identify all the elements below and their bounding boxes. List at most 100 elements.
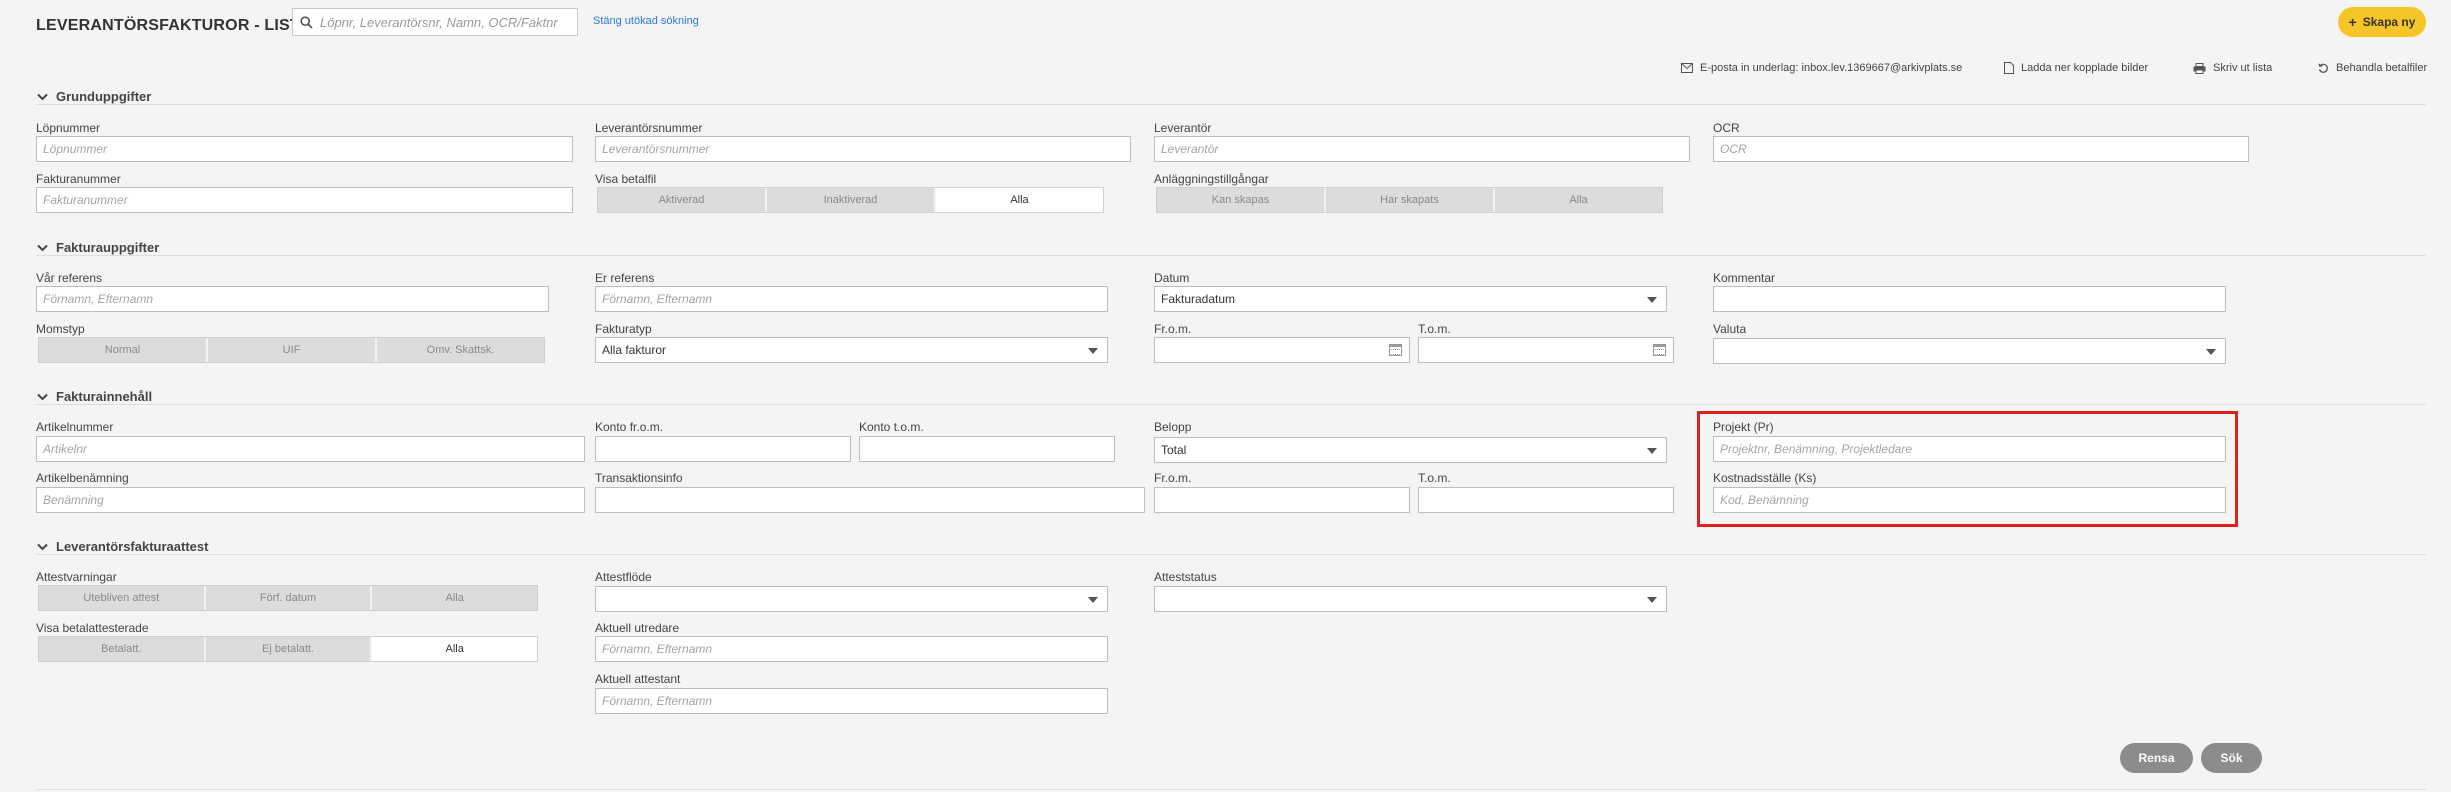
print-list-label: Skriv ut lista [2213, 62, 2273, 74]
section-divider [36, 554, 2426, 555]
anl-option-kan-skapas[interactable]: Kan skapas [1157, 188, 1326, 212]
betalatt-option-betalatt[interactable]: Betalatt. [39, 637, 206, 661]
attestvarning-option-forf-datum[interactable]: Förf. datum [205, 586, 373, 610]
aktuell-utredare-input[interactable]: Förnamn, Efternamn [595, 636, 1108, 662]
process-payment-files-label: Behandla betalfiler [2336, 62, 2428, 74]
belopp-tom-label: T.o.m. [1418, 471, 1451, 485]
atteststatus-label: Atteststatus [1154, 570, 1217, 584]
chevron-down-icon [1647, 297, 1657, 303]
fakturanummer-input[interactable]: Fakturanummer [36, 187, 573, 213]
section-divider [36, 104, 2426, 105]
section-attest-title: Leverantörsfakturaattest [56, 539, 209, 554]
belopp-from-label: Fr.o.m. [1154, 471, 1192, 485]
transaktionsinfo-label: Transaktionsinfo [595, 471, 683, 485]
er-referens-input[interactable]: Förnamn, Efternamn [595, 286, 1108, 312]
leverantor-input[interactable]: Leverantör [1154, 136, 1690, 162]
attestvarning-option-utebliven[interactable]: Utebliven attest [39, 586, 206, 610]
datum-tom-input[interactable] [1418, 337, 1674, 363]
datum-select[interactable]: Fakturadatum [1154, 286, 1667, 312]
email-inbox-text: E-posta in underlag: inbox.lev.1369667@a… [1700, 62, 1963, 74]
belopp-tom-input[interactable] [1418, 487, 1674, 513]
calendar-icon[interactable] [1653, 344, 1666, 356]
momstyp-option-normal[interactable]: Normal [39, 338, 208, 362]
fakturanummer-placeholder: Fakturanummer [43, 193, 128, 207]
search-button[interactable]: Sök [2201, 743, 2262, 773]
fakturatyp-value: Alla fakturor [602, 343, 667, 357]
chevron-down-icon [2206, 349, 2216, 355]
er-referens-placeholder: Förnamn, Efternamn [602, 292, 713, 306]
konto-tom-label: Konto t.o.m. [859, 420, 924, 434]
aktuell-attestant-placeholder: Förnamn, Efternamn [602, 694, 713, 708]
var-referens-placeholder: Förnamn, Efternamn [43, 292, 154, 306]
kommentar-label: Kommentar [1713, 271, 1776, 285]
print-list-button[interactable]: Skriv ut lista [2193, 62, 2272, 74]
ocr-input[interactable]: OCR [1713, 136, 2249, 162]
chevron-down-icon [1647, 448, 1657, 454]
leverantor-label: Leverantör [1154, 121, 1212, 135]
projekt-input[interactable]: Projektnr, Benämning, Projektledare [1713, 436, 2226, 462]
betalfil-option-alla[interactable]: Alla [936, 188, 1103, 212]
datum-from-input[interactable] [1154, 337, 1410, 363]
section-invoice-toggle[interactable]: Fakturauppgifter [37, 240, 159, 255]
visa-betalfil-segmented: Aktiverad Inaktiverad Alla [597, 187, 1104, 213]
bottom-divider [36, 789, 2426, 790]
attestvarning-option-alla[interactable]: Alla [372, 586, 538, 610]
process-payment-files-button[interactable]: Behandla betalfiler [2318, 62, 2427, 74]
calendar-icon[interactable] [1389, 344, 1402, 356]
chevron-down-icon [37, 543, 48, 550]
transaktionsinfo-input[interactable] [595, 487, 1145, 513]
lopnummer-placeholder: Löpnummer [43, 142, 108, 156]
betalatt-option-alla[interactable]: Alla [372, 637, 538, 661]
clear-button[interactable]: Rensa [2120, 743, 2193, 773]
betalfil-option-inaktiverad[interactable]: Inaktiverad [767, 188, 936, 212]
projekt-label: Projekt (Pr) [1713, 420, 1774, 434]
lopnummer-input[interactable]: Löpnummer [36, 136, 573, 162]
artikelbenamning-input[interactable]: Benämning [36, 487, 585, 513]
fakturatyp-label: Fakturatyp [595, 322, 652, 336]
plus-icon: + [2348, 14, 2357, 30]
mail-icon [1681, 63, 1693, 73]
artikelnummer-input[interactable]: Artikelnr [36, 436, 585, 462]
er-referens-label: Er referens [595, 271, 655, 285]
close-extended-search-link[interactable]: Stäng utökad sökning [593, 15, 699, 27]
anl-option-alla[interactable]: Alla [1495, 188, 1662, 212]
section-invoice-title: Fakturauppgifter [56, 240, 160, 255]
var-referens-input[interactable]: Förnamn, Efternamn [36, 286, 549, 312]
section-content-toggle[interactable]: Fakturainnehåll [37, 389, 152, 404]
betalfil-option-aktiverad[interactable]: Aktiverad [598, 188, 767, 212]
aktuell-attestant-input[interactable]: Förnamn, Efternamn [595, 688, 1108, 714]
atteststatus-select[interactable] [1154, 586, 1667, 612]
projekt-placeholder: Projektnr, Benämning, Projektledare [1720, 442, 1913, 456]
chevron-down-icon [37, 244, 48, 251]
section-basic-toggle[interactable]: Grunduppgifter [37, 89, 151, 104]
momstyp-option-omv-skattsk[interactable]: Omv. Skattsk. [377, 338, 544, 362]
fakturatyp-select[interactable]: Alla fakturor [595, 337, 1108, 363]
aktuell-attestant-label: Aktuell attestant [595, 672, 681, 686]
momstyp-option-uif[interactable]: UIF [208, 338, 377, 362]
anlaggningstillgangar-segmented: Kan skapas Har skapats Alla [1156, 187, 1663, 213]
datum-tom-label: T.o.m. [1418, 322, 1451, 336]
create-new-button[interactable]: + Skapa ny [2338, 7, 2426, 37]
belopp-from-input[interactable] [1154, 487, 1410, 513]
artikelnummer-label: Artikelnummer [36, 420, 114, 434]
attestflode-select[interactable] [595, 586, 1108, 612]
betalatt-option-ej-betalatt[interactable]: Ej betalatt. [205, 637, 373, 661]
kostnadsstalle-input[interactable]: Kod, Benämning [1713, 487, 2226, 513]
anl-option-har-skapats[interactable]: Har skapats [1326, 188, 1495, 212]
download-images-button[interactable]: Ladda ner kopplade bilder [2004, 62, 2148, 74]
chevron-down-icon [1647, 597, 1657, 603]
ocr-placeholder: OCR [1720, 142, 1747, 156]
konto-tom-input[interactable] [859, 436, 1115, 462]
visa-betalfil-label: Visa betalfil [595, 172, 657, 186]
belopp-select[interactable]: Total [1154, 437, 1667, 463]
valuta-select[interactable] [1713, 338, 2226, 364]
search-box[interactable]: Löpnr, Leverantörsnr, Namn, OCR/Faktnr [292, 8, 578, 36]
refresh-icon [2318, 63, 2328, 73]
section-attest-toggle[interactable]: Leverantörsfakturaattest [37, 539, 208, 554]
konto-from-input[interactable] [595, 436, 851, 462]
page-title: LEVERANTÖRSFAKTUROR - LISTA [36, 17, 311, 34]
search-input[interactable]: Löpnr, Leverantörsnr, Namn, OCR/Faktnr [320, 15, 558, 30]
kommentar-input[interactable] [1713, 286, 2226, 312]
chevron-down-icon [1088, 597, 1098, 603]
leverantorsnummer-input[interactable]: Leverantörsnummer [595, 136, 1131, 162]
